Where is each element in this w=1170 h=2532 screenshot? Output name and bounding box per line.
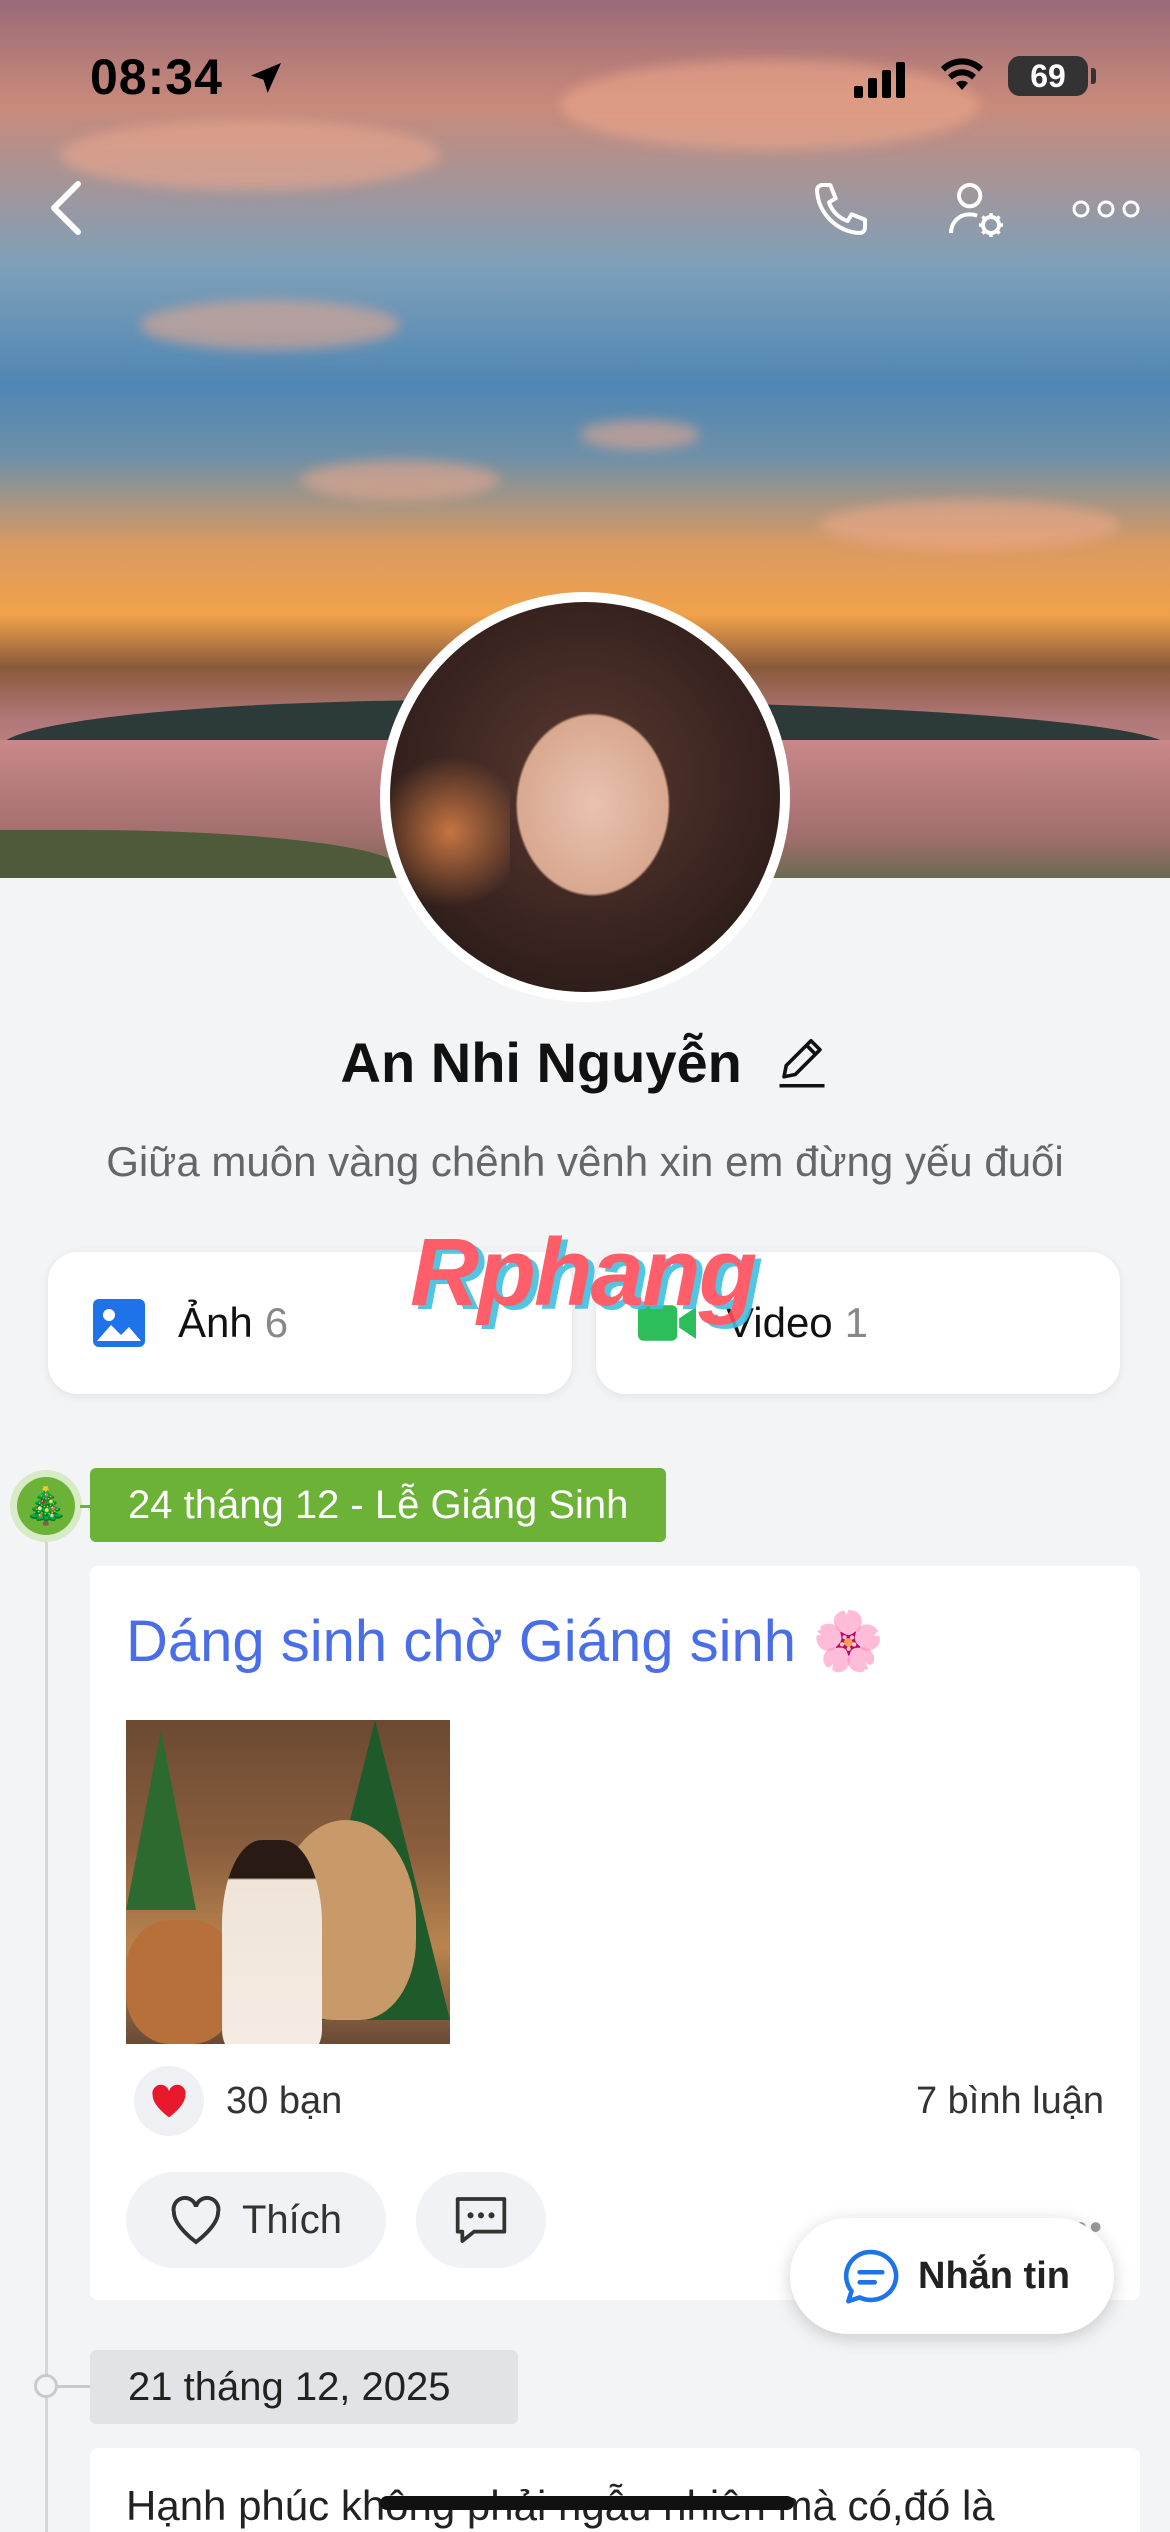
chevron-left-icon[interactable] xyxy=(36,176,96,240)
wifi-icon xyxy=(938,54,986,105)
comment-count[interactable]: 7 bình luận xyxy=(916,2080,1104,2123)
profile-name: An Nhi Nguyễn xyxy=(340,1031,742,1094)
user-gear-icon[interactable] xyxy=(940,174,1010,244)
post-card-preview[interactable]: Hạnh phúc không phải ngẫu nhiên mà có,đó… xyxy=(90,2448,1140,2532)
post-card[interactable]: Dáng sinh chờ Giáng sinh 🌸 30 bạn 7 bình… xyxy=(90,1566,1140,2300)
battery-indicator: 69 xyxy=(1008,56,1096,96)
like-label: Thích xyxy=(242,2197,343,2242)
timeline-node xyxy=(34,2374,58,2398)
post-image[interactable] xyxy=(126,1720,450,2044)
heart-reaction-icon[interactable] xyxy=(134,2066,204,2136)
status-bar: 08:34 69 xyxy=(0,48,1170,112)
comment-button[interactable] xyxy=(416,2172,546,2268)
photos-count: 6 xyxy=(264,1299,289,1346)
like-button[interactable]: Thích xyxy=(126,2172,386,2268)
comment-icon xyxy=(455,2197,507,2243)
home-indicator[interactable] xyxy=(380,2496,794,2510)
profile-top-nav xyxy=(0,170,1170,250)
avatar[interactable] xyxy=(380,592,790,1002)
event-label: 24 tháng 12 - Lễ Giáng Sinh xyxy=(90,1468,667,1542)
photo-icon xyxy=(90,1294,148,1352)
post-title: Dáng sinh chờ Giáng sinh 🌸 xyxy=(126,1609,885,1674)
status-time: 08:34 xyxy=(90,49,223,105)
message-button[interactable]: Nhắn tin xyxy=(790,2218,1114,2334)
phone-icon[interactable] xyxy=(806,174,876,244)
reaction-count[interactable]: 30 bạn xyxy=(226,2080,342,2123)
profile-name-row: An Nhi Nguyễn xyxy=(0,1030,1170,1104)
date-label: 21 tháng 12, 2025 xyxy=(90,2350,518,2424)
ellipsis-icon[interactable] xyxy=(1068,174,1144,244)
christmas-tree-icon: 🎄 xyxy=(10,1470,82,1542)
watermark-logo: Rphang xyxy=(410,1219,757,1326)
pencil-icon[interactable] xyxy=(775,1031,829,1104)
profile-bio: Giữa muôn vàng chênh vênh xin em đừng yế… xyxy=(106,1138,1064,1185)
videos-count: 1 xyxy=(844,1299,869,1346)
message-label: Nhắn tin xyxy=(918,2254,1070,2297)
chat-bubble-icon xyxy=(840,2247,902,2305)
cellular-signal-icon xyxy=(854,60,905,98)
location-arrow-icon xyxy=(246,58,286,108)
photos-label: Ảnh xyxy=(178,1299,253,1346)
heart-outline-icon xyxy=(166,2193,226,2247)
